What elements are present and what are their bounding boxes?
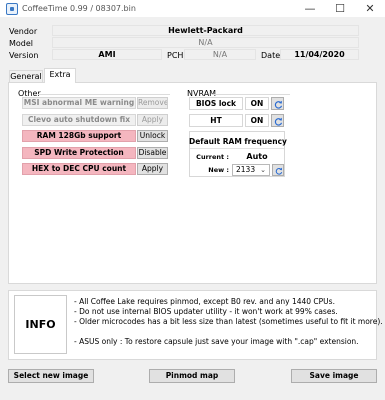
model-field: N/A (52, 37, 359, 48)
new-label: New : (208, 166, 229, 174)
model-label: Model (9, 39, 34, 48)
ht-value: ON (245, 114, 269, 127)
nvram-group-divider (212, 94, 290, 95)
maximize-button[interactable]: ☐ (325, 0, 355, 18)
clevo-apply-button[interactable]: Apply (137, 114, 168, 126)
ram-frequency-divider (190, 148, 284, 149)
version-label: Version (9, 51, 39, 60)
disable-button[interactable]: Disable (137, 147, 168, 159)
bios-lock-refresh-button[interactable] (271, 97, 284, 110)
ht-label: HT (189, 114, 243, 127)
bios-lock-label: BIOS lock (189, 97, 243, 110)
date-label: Date (261, 51, 281, 60)
pch-label: PCH (167, 51, 184, 60)
unlock-button[interactable]: Unlock (137, 130, 168, 142)
ht-refresh-button[interactable] (271, 114, 284, 127)
other-group-divider (38, 94, 170, 95)
chevron-down-icon: ⌄ (260, 166, 266, 174)
ram-128gb-option: RAM 128Gb support (22, 130, 136, 142)
vendor-field: Hewlett-Packard (52, 25, 359, 36)
save-image-button[interactable]: Save image (291, 369, 377, 383)
version-field: AMI (52, 49, 162, 60)
refresh-icon (274, 117, 283, 126)
select-new-image-button[interactable]: Select new image (8, 369, 94, 383)
extra-tab-panel (8, 82, 377, 284)
minimize-button[interactable]: — (295, 0, 325, 18)
current-frequency-value: Auto (246, 152, 268, 161)
spd-write-protection-option: SPD Write Protection (22, 147, 136, 159)
current-label: Current : (196, 153, 229, 161)
tab-extra[interactable]: Extra (44, 68, 76, 83)
vendor-label: Vendor (9, 27, 38, 36)
info-line-3: - Older microcodes has a bit less size t… (74, 317, 383, 326)
title-bar: CoffeeTime 0.99 / 08307.bin — ☐ ✕ (0, 0, 385, 18)
date-field: 11/04/2020 (280, 49, 359, 60)
ram-refresh-button[interactable] (272, 164, 284, 176)
new-frequency-value: 2133 (236, 165, 256, 174)
info-label: INFO (14, 295, 67, 354)
msi-me-warning-option: MSI abnormal ME warning (22, 97, 136, 109)
pinmod-map-button[interactable]: Pinmod map (149, 369, 235, 383)
info-line-2: - Do not use internal BIOS updater utili… (74, 307, 338, 316)
info-line-1: - All Coffee Lake requires pinmod, excep… (74, 297, 335, 306)
clevo-shutdown-fix-option: Clevo auto shutdown fix (22, 114, 136, 126)
bios-lock-value: ON (245, 97, 269, 110)
new-frequency-select[interactable]: 2133 ⌄ (232, 164, 270, 176)
hex-to-dec-option: HEX to DEC CPU count (22, 163, 136, 175)
refresh-icon (275, 167, 283, 175)
ram-frequency-title: Default RAM frequency (189, 137, 287, 146)
app-icon (6, 3, 18, 15)
window-title: CoffeeTime 0.99 / 08307.bin (22, 4, 136, 13)
close-button[interactable]: ✕ (355, 0, 385, 18)
info-line-5: - ASUS only : To restore capsule just sa… (74, 337, 359, 346)
remove-button[interactable]: Remove (137, 97, 168, 109)
pch-field: N/A (184, 49, 256, 60)
refresh-icon (274, 100, 283, 109)
hex-apply-button[interactable]: Apply (137, 163, 168, 175)
